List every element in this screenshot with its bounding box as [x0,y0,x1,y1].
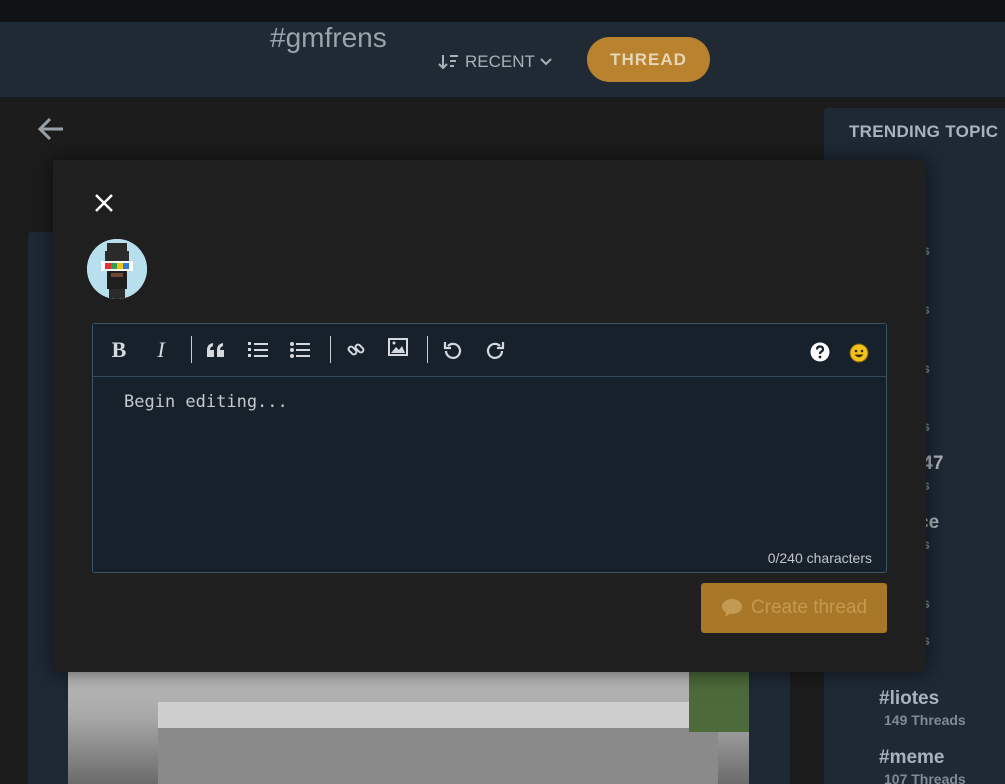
trending-topic-item[interactable]: #liotes 149 Threads [879,688,1005,728]
sort-label: RECENT [465,52,535,71]
trending-title: TRENDING TOPIC [849,122,999,141]
trending-topic-item[interactable]: #meme 107 Threads [879,747,1005,784]
bullet-list-button[interactable] [289,338,311,362]
topic-name: #liotes [879,688,940,709]
close-icon[interactable] [94,193,114,213]
image-wall [158,728,718,784]
emoji-button[interactable] [848,341,870,365]
image-icon [388,338,408,356]
quote-button[interactable] [205,338,227,362]
redo-icon [486,342,505,359]
link-button[interactable] [345,338,367,362]
toolbar-separator [427,336,428,363]
sort-icon [438,55,458,70]
top-strip [0,0,1005,22]
thread-editor: B I Begin editing... 0/240 characters [92,323,887,573]
emoji-icon [849,343,869,363]
help-icon [810,342,830,362]
topic-name: #meme [879,747,945,768]
back-arrow-icon[interactable] [36,115,66,143]
character-count: 0/240 characters [767,550,872,566]
italic-button[interactable]: I [151,337,171,362]
chevron-down-icon [540,58,552,66]
bullet-list-icon [290,342,310,358]
undo-icon [443,342,462,359]
create-thread-label: Create thread [750,597,868,618]
post-image [68,672,749,784]
chat-bubble-icon [721,599,742,617]
link-icon [347,343,365,356]
pixel-punk-avatar-icon [87,239,147,299]
toolbar-separator [330,336,331,363]
editor-input[interactable]: Begin editing... [124,392,288,412]
toolbar-separator [191,336,192,363]
topic-thread-count: 107 Threads [884,771,966,784]
editor-toolbar: B I [93,324,886,377]
bold-button[interactable]: B [109,337,129,362]
avatar [87,239,147,299]
create-thread-button[interactable]: Create thread [701,583,887,633]
redo-button[interactable] [484,338,506,362]
undo-button[interactable] [442,338,464,362]
ordered-list-button[interactable] [247,338,269,362]
channel-title: #gmfrens [270,22,387,53]
topic-thread-count: 149 Threads [884,712,966,728]
new-thread-button[interactable]: THREAD [587,37,710,82]
image-ledge [158,702,718,728]
image-button[interactable] [387,335,409,359]
quote-icon [207,343,224,357]
ordered-list-icon [248,342,268,357]
sort-dropdown[interactable]: RECENT [438,52,558,72]
help-button[interactable] [809,340,831,364]
image-foliage [689,672,749,732]
